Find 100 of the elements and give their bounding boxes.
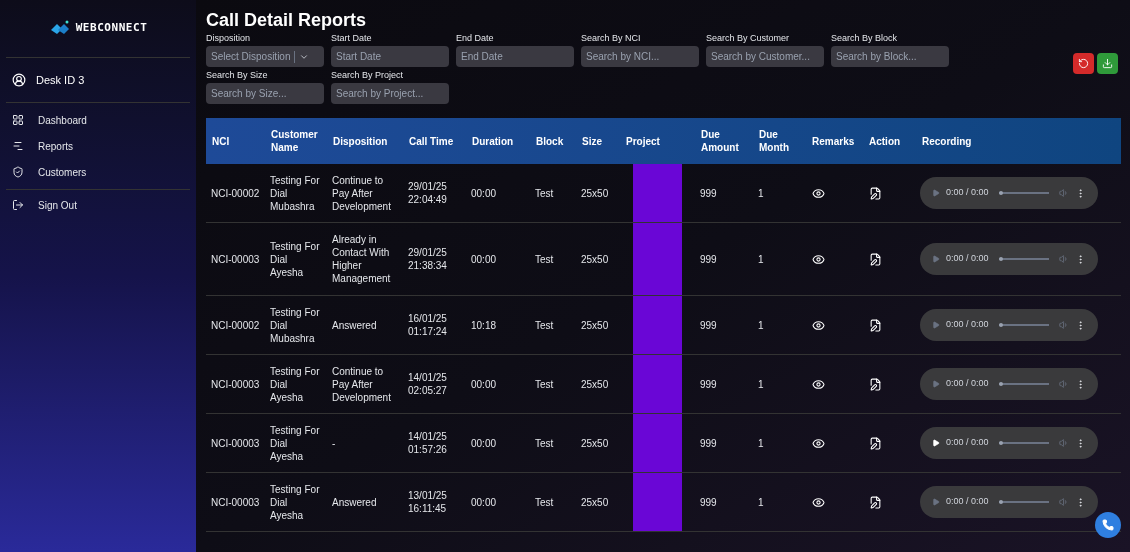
table-cell: Already in Contact With Higher Management: [327, 222, 403, 296]
column-header: Project: [620, 118, 695, 164]
sidebar-item[interactable]: Dashboard: [6, 107, 190, 133]
project-block: [633, 414, 682, 472]
sign-out-icon: [12, 199, 24, 211]
table-cell: -: [327, 413, 403, 473]
table-cell: 29/01/25 21:38:34: [403, 222, 466, 296]
progress-thumb[interactable]: [998, 382, 1003, 386]
audio-player[interactable]: 0:00 / 0:00: [920, 427, 1098, 459]
column-header: Customer Name: [265, 118, 327, 164]
audio-time: 0:00 / 0:00: [946, 436, 989, 450]
table-cell: Testing For Dial Ayesha: [265, 354, 327, 414]
audio-player[interactable]: 0:00 / 0:00: [920, 368, 1098, 400]
search-field[interactable]: Start Date: [331, 46, 449, 67]
table-cell: 14/01/25 02:05:27: [403, 354, 466, 414]
progress-thumb[interactable]: [998, 191, 1003, 195]
table-cell: 10:18: [466, 295, 530, 355]
audio-progress[interactable]: [998, 323, 1049, 327]
progress-thumb[interactable]: [998, 441, 1003, 445]
filter-label: End Date: [456, 33, 495, 44]
search-field[interactable]: Search by Project...: [331, 83, 449, 104]
sidebar-item[interactable]: Reports: [6, 133, 190, 159]
sidebar-item[interactable]: Customers: [6, 159, 190, 185]
page-title: Call Detail Reports: [206, 9, 368, 31]
table-cell: 999: [695, 413, 753, 473]
filter-label: Search By Customer: [706, 33, 791, 44]
view-icon[interactable]: [812, 252, 825, 266]
audio-time: 0:00 / 0:00: [946, 495, 989, 509]
table-cell: 1: [753, 295, 806, 355]
progress-thumb[interactable]: [998, 500, 1003, 504]
audio-progress[interactable]: [998, 382, 1049, 386]
edit-icon[interactable]: [869, 495, 882, 509]
progress-thumb[interactable]: [998, 323, 1003, 327]
view-icon[interactable]: [812, 436, 825, 450]
logo-text: WEBCONNECT: [75, 20, 148, 37]
table-cell: 999: [695, 354, 753, 414]
view-icon[interactable]: [812, 495, 825, 509]
progress-thumb[interactable]: [998, 257, 1003, 261]
audio-progress[interactable]: [998, 500, 1049, 504]
audio-time: 0:00 / 0:00: [946, 318, 989, 332]
table-cell: 16/01/25 01:17:24: [403, 295, 466, 355]
table-cell: NCI-00002: [206, 164, 265, 223]
table-cell: 13/01/25 16:11:45: [403, 472, 466, 532]
edit-icon[interactable]: [869, 186, 882, 200]
edit-icon[interactable]: [869, 436, 882, 450]
filter-label: Search By NCI: [581, 33, 642, 44]
column-header: NCI: [206, 118, 265, 164]
edit-icon[interactable]: [869, 377, 882, 391]
download-button[interactable]: [1097, 53, 1118, 74]
sign-out-item[interactable]: Sign Out: [6, 190, 190, 220]
search-field[interactable]: Search by Size...: [206, 83, 324, 104]
audio-player[interactable]: 0:00 / 0:00: [920, 177, 1098, 209]
view-icon[interactable]: [812, 377, 825, 391]
column-header: Action: [863, 118, 916, 164]
audio-progress[interactable]: [998, 191, 1049, 195]
table-cell: Test: [530, 222, 576, 296]
table-cell: 25x50: [576, 222, 620, 296]
table-cell: 25x50: [576, 295, 620, 355]
table-cell: NCI-00003: [206, 413, 265, 473]
table-cell: 999: [695, 295, 753, 355]
table-cell: 999: [695, 472, 753, 532]
audio-progress[interactable]: [998, 257, 1049, 261]
table-cell: Testing For Dial Mubashra: [265, 295, 327, 355]
column-header: Due Amount: [695, 118, 753, 164]
view-icon[interactable]: [812, 318, 825, 332]
edit-icon[interactable]: [869, 318, 882, 332]
table-cell: 25x50: [576, 472, 620, 532]
table-cell: NCI-00003: [206, 354, 265, 414]
table-cell: 25x50: [576, 413, 620, 473]
edit-icon[interactable]: [869, 252, 882, 266]
audio-player[interactable]: 0:00 / 0:00: [920, 486, 1098, 518]
audio-player[interactable]: 0:00 / 0:00: [920, 309, 1098, 341]
table-cell: 25x50: [576, 164, 620, 223]
user-icon: [12, 73, 26, 87]
audio-progress[interactable]: [998, 441, 1049, 445]
table-cell: 00:00: [466, 164, 530, 223]
table-cell: 25x50: [576, 354, 620, 414]
reset-button[interactable]: [1073, 53, 1094, 74]
table-cell: Test: [530, 295, 576, 355]
column-header: Remarks: [806, 118, 863, 164]
table-cell: Testing For Dial Ayesha: [265, 413, 327, 473]
disposition-select[interactable]: Select Disposition: [206, 46, 324, 67]
project-block: [633, 223, 682, 295]
column-header: Call Time: [403, 118, 466, 164]
search-field[interactable]: Search by NCI...: [581, 46, 699, 67]
filter-label: Disposition: [206, 33, 252, 44]
table-cell: NCI-00003: [206, 222, 265, 296]
table-cell: 1: [753, 164, 806, 223]
column-header: Recording: [916, 118, 1121, 164]
table-cell: 29/01/25 22:04:49: [403, 164, 466, 223]
view-icon[interactable]: [812, 186, 825, 200]
search-field[interactable]: Search by Customer...: [706, 46, 824, 67]
search-field[interactable]: End Date: [456, 46, 574, 67]
table-cell: 00:00: [466, 354, 530, 414]
table-cell: 999: [695, 222, 753, 296]
audio-player[interactable]: 0:00 / 0:00: [920, 243, 1098, 275]
project-block: [633, 355, 682, 413]
table-cell: 999: [695, 164, 753, 223]
search-field[interactable]: Search by Block...: [831, 46, 949, 67]
project-block: [633, 164, 682, 222]
